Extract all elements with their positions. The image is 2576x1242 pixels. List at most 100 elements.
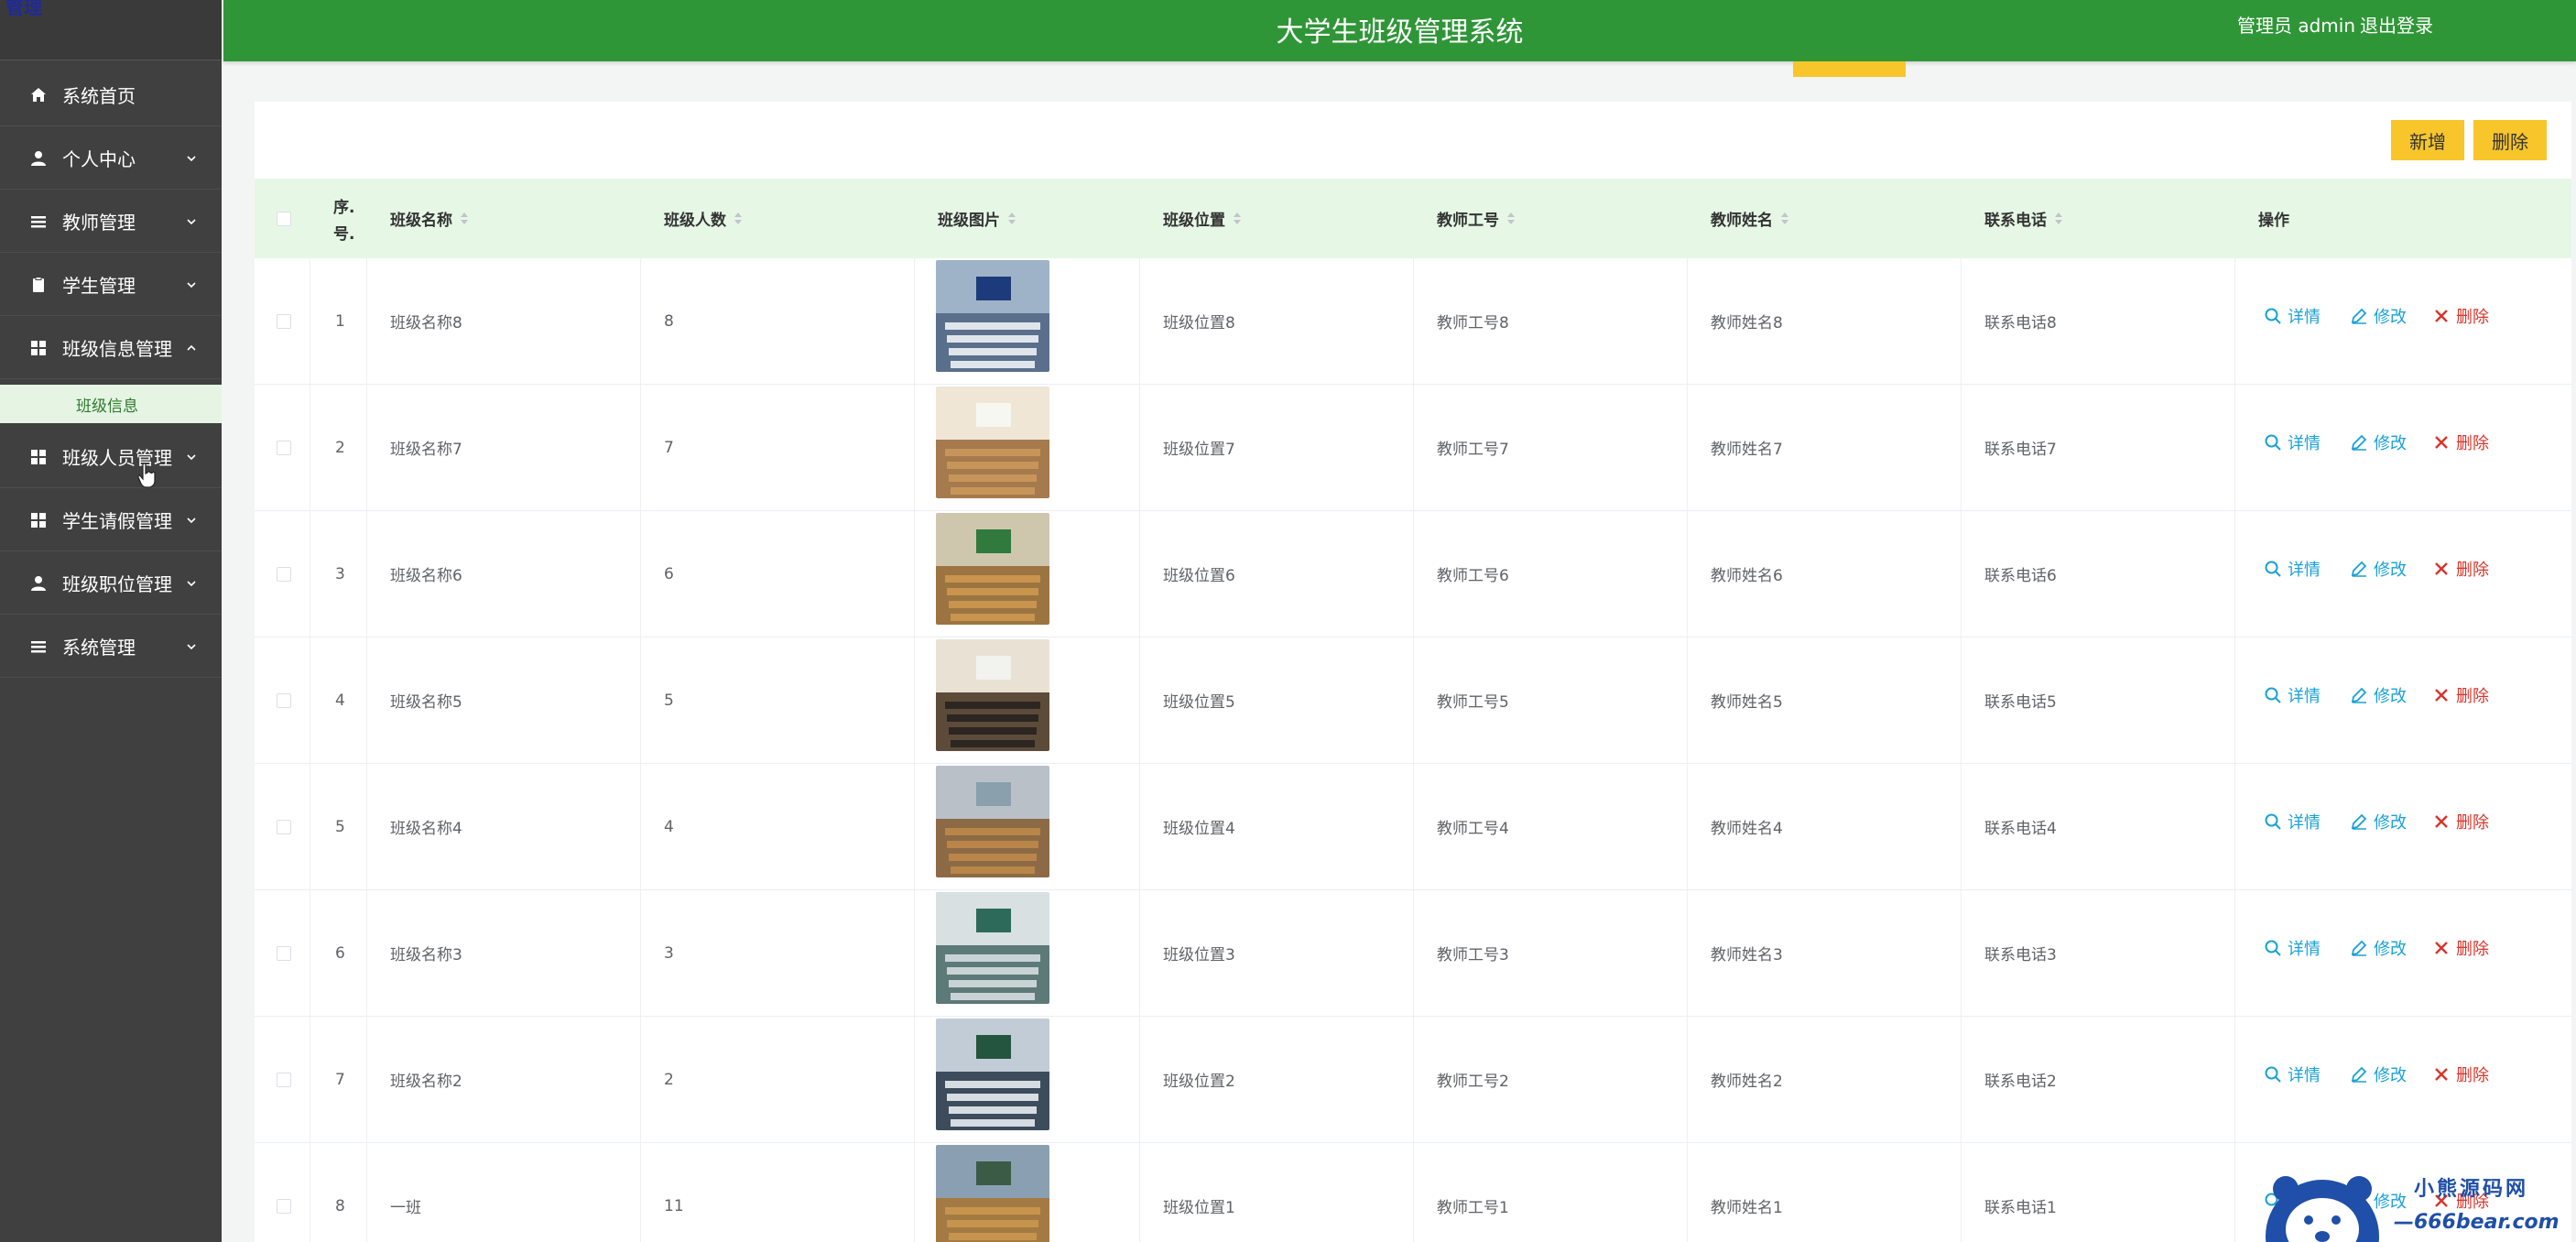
detail-button[interactable]: 详情 (2264, 1011, 2321, 1137)
column-header-class-name[interactable]: 班级名称 (390, 179, 469, 258)
row-select-cell (277, 385, 291, 510)
batch-delete-button[interactable]: 删除 (2473, 120, 2547, 160)
sort-icon[interactable] (460, 212, 469, 225)
delete-label: 删除 (2456, 433, 2489, 453)
edit-icon (2351, 813, 2367, 830)
column-header-teacher-id[interactable]: 教师工号 (1437, 179, 1516, 258)
select-all-checkbox[interactable] (277, 211, 291, 226)
column-header-actions: 操作 (2258, 179, 2289, 258)
delete-button[interactable]: 删除 (2432, 758, 2489, 884)
row-checkbox[interactable] (277, 313, 291, 329)
list-icon (29, 637, 48, 656)
sort-icon[interactable] (2054, 212, 2063, 225)
detail-button[interactable]: 详情 (2264, 379, 2321, 505)
delete-button[interactable]: 删除 (2432, 253, 2489, 378)
row-select-cell (277, 511, 291, 637)
row-checkbox[interactable] (277, 945, 291, 961)
class-photo[interactable] (936, 1019, 1049, 1130)
search-icon (2265, 940, 2281, 956)
column-header-class-photo[interactable]: 班级图片 (938, 179, 1016, 258)
detail-button[interactable]: 详情 (2264, 632, 2321, 757)
class-photo[interactable] (936, 387, 1049, 498)
row-checkbox[interactable] (277, 440, 291, 455)
sidebar-item-label: 学生请假管理 (62, 510, 172, 532)
class-photo[interactable] (936, 639, 1049, 751)
watermark-url: —666bear.com— (2394, 1211, 2560, 1242)
sort-icon[interactable] (734, 212, 743, 225)
delete-button[interactable]: 删除 (2432, 885, 2489, 1010)
cell-class-location: 班级位置4 (1163, 820, 1235, 838)
class-photo[interactable] (936, 766, 1049, 877)
sidebar-item-personal-center[interactable]: 个人中心 (0, 127, 222, 190)
edit-button[interactable]: 修改 (2350, 885, 2407, 1010)
table-header: 序. 号. 班级名称 班级人数 班级图片 班级位置 教师工号 教师姓名 联系电话… (255, 179, 2571, 258)
row-checkbox[interactable] (277, 692, 291, 708)
class-photo[interactable] (936, 1145, 1049, 1242)
cell-class-name: 班级名称3 (390, 946, 462, 964)
cell-class-name: 班级名称5 (390, 693, 462, 712)
sidebar-item-position-management[interactable]: 班级职位管理 (0, 552, 222, 615)
cell-class-location: 班级位置5 (1163, 693, 1235, 712)
sidebar-item-leave-management[interactable]: 学生请假管理 (0, 489, 222, 551)
class-photo[interactable] (936, 513, 1049, 625)
chevron-down-icon (187, 643, 196, 649)
row-checkbox[interactable] (277, 1198, 291, 1214)
class-photo[interactable] (936, 260, 1049, 372)
delete-label: 删除 (2456, 939, 2489, 959)
column-header-teacher-name[interactable]: 教师姓名 (1711, 179, 1789, 258)
cell-teacher-id: 教师工号4 (1437, 820, 1509, 838)
row-select-cell (277, 258, 291, 384)
delete-button[interactable]: 删除 (2432, 506, 2489, 631)
cell-class-name: 班级名称7 (390, 441, 462, 459)
cell-teacher-id: 教师工号5 (1437, 693, 1509, 712)
edit-button[interactable]: 修改 (2350, 506, 2407, 631)
delete-button[interactable]: 删除 (2432, 1011, 2489, 1137)
add-button[interactable]: 新增 (2391, 120, 2464, 160)
column-header-class-location[interactable]: 班级位置 (1163, 179, 1242, 258)
cell-teacher-id: 教师工号6 (1437, 567, 1509, 585)
sidebar-subitem-class-info[interactable]: 班级信息 (0, 385, 222, 423)
edit-button[interactable]: 修改 (2350, 1011, 2407, 1137)
user-icon (29, 149, 48, 168)
cell-class-location: 班级位置2 (1163, 1073, 1235, 1091)
row-checkbox[interactable] (277, 819, 291, 834)
cell-teacher-id: 教师工号3 (1437, 946, 1509, 964)
sort-icon[interactable] (1780, 212, 1789, 225)
row-checkbox[interactable] (277, 566, 291, 582)
delete-button[interactable]: 删除 (2432, 379, 2489, 505)
detail-label: 详情 (2288, 686, 2321, 706)
sidebar-item-system-management[interactable]: 系统管理 (0, 616, 222, 678)
detail-label: 详情 (2288, 1065, 2321, 1085)
sort-icon[interactable] (1233, 212, 1242, 225)
column-header-class-size[interactable]: 班级人数 (664, 179, 743, 258)
edit-button[interactable]: 修改 (2350, 379, 2407, 505)
grid-icon (29, 339, 48, 357)
detail-button[interactable]: 详情 (2264, 758, 2321, 884)
sidebar-item-home[interactable]: 系统首页 (0, 64, 222, 126)
index-header-line1: 序. (333, 198, 355, 217)
edit-button[interactable]: 修改 (2350, 758, 2407, 884)
close-icon (2435, 309, 2448, 322)
edit-button[interactable]: 修改 (2350, 253, 2407, 378)
chevron-down-icon (187, 517, 196, 523)
detail-button[interactable]: 详情 (2264, 253, 2321, 378)
edit-label: 修改 (2374, 812, 2407, 833)
row-checkbox[interactable] (277, 1072, 291, 1087)
delete-button[interactable]: 删除 (2432, 632, 2489, 757)
class-photo[interactable] (936, 892, 1049, 1004)
column-header-phone[interactable]: 联系电话 (1984, 179, 2063, 258)
detail-button[interactable]: 详情 (2264, 506, 2321, 631)
sidebar-item-class-info-management[interactable]: 班级信息管理 (0, 317, 222, 379)
logout-link[interactable]: 退出登录 (2360, 11, 2433, 38)
cell-class-name: 一班 (390, 1199, 421, 1217)
sidebar-item-class-member-management[interactable]: 班级人员管理 (0, 426, 222, 488)
sidebar-item-student-management[interactable]: 学生管理 (0, 254, 222, 316)
header-label: 教师姓名 (1711, 212, 1773, 230)
edit-icon (2351, 308, 2367, 324)
edit-button[interactable]: 修改 (2350, 632, 2407, 757)
delete-label: 删除 (2456, 1065, 2489, 1085)
sidebar-item-teacher-management[interactable]: 教师管理 (0, 191, 222, 253)
sort-icon[interactable] (1506, 212, 1516, 225)
detail-button[interactable]: 详情 (2264, 885, 2321, 1010)
sort-icon[interactable] (1007, 212, 1016, 225)
